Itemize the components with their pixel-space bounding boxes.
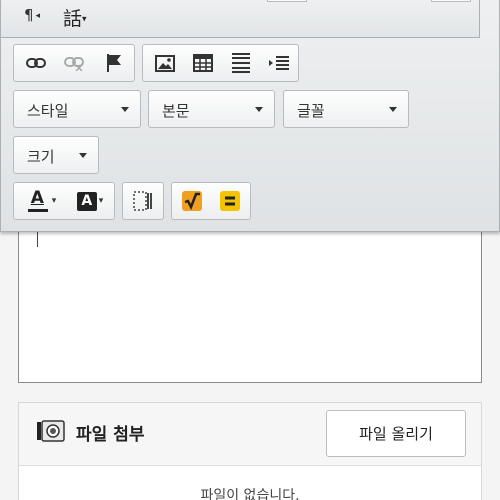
paragraph-button[interactable]: ¶ ◂ [24,6,40,24]
horizontal-line-icon [232,53,250,73]
chevron-down-icon: ▾ [82,14,87,25]
background-color-button[interactable]: A ▾ [68,183,112,219]
plugin-button-group [171,182,251,220]
toolbar-tab[interactable] [431,0,471,2]
table-icon [193,54,213,72]
background-color-icon: A [76,191,97,211]
no-file-message: 파일이 없습니다. [200,488,300,500]
indent-icon [269,56,289,70]
page-break-icon [133,191,152,211]
size-dropdown[interactable]: 크기 [13,136,99,174]
equals-icon [220,191,240,211]
style-dropdown[interactable]: 스타일 [13,90,141,128]
link-button[interactable] [18,45,54,81]
text-color-button[interactable]: A ▾ [20,183,64,219]
unlink-button[interactable] [56,45,92,81]
file-attachment-header: 파일 첨부 파일 올리기 [19,403,481,466]
equals-button[interactable] [212,183,248,219]
square-root-icon [182,191,202,211]
paragraph-arrow-icon: ◂ [35,10,41,21]
chevron-down-icon [255,107,263,112]
template-button[interactable] [125,183,161,219]
paragraph-icon: ¶ [24,6,34,24]
color-button-group: A ▾ A ▾ [13,182,115,220]
upload-file-button-label: 파일 올리기 [359,425,433,443]
link-button-group [13,44,135,82]
camera-icon [37,420,65,442]
image-button[interactable] [147,45,183,81]
chevron-down-icon [121,107,129,112]
horizontal-line-button[interactable] [223,45,259,81]
text-color-letter: A [30,188,44,208]
size-dropdown-label: 크기 [27,148,55,166]
toolbar-top-strip: ¶ ◂ 話▾ [1,0,480,38]
editor-toolbar: ¶ ◂ 話▾ 스타일 본문 글꼴 크기 A ▾ A ▾ [0,0,500,232]
font-dropdown[interactable]: 글꼴 [283,90,409,128]
file-attachment-title: 파일 첨부 [76,425,145,445]
file-attachment-section: 파일 첨부 파일 올리기 파일이 없습니다. [18,402,482,500]
style-dropdown-label: 스타일 [27,102,69,120]
format-dropdown-label: 본문 [162,102,190,120]
anchor-button[interactable] [96,45,132,81]
image-icon [155,54,175,72]
chevron-down-icon: ▾ [98,196,104,206]
upload-file-button[interactable]: 파일 올리기 [326,410,466,457]
chevron-down-icon [79,153,87,158]
format-dropdown[interactable]: 본문 [148,90,275,128]
background-color-letter: A [81,193,93,209]
chevron-down-icon [389,107,397,112]
link-icon [26,58,46,68]
chevron-down-icon: ▾ [51,196,57,206]
template-button-group [122,182,164,220]
text-cursor [37,232,38,247]
font-dropdown-label: 글꼴 [297,102,325,120]
formula-button[interactable] [174,183,210,219]
indent-button[interactable] [261,45,297,81]
flag-icon [107,54,121,72]
toolbar-tab[interactable] [267,0,307,2]
hanja-button[interactable]: 話▾ [63,4,87,31]
text-color-icon: A [27,188,50,212]
insert-button-group [142,44,299,82]
hanja-label: 話 [63,8,83,30]
table-button[interactable] [185,45,221,81]
unlink-icon [64,57,84,71]
